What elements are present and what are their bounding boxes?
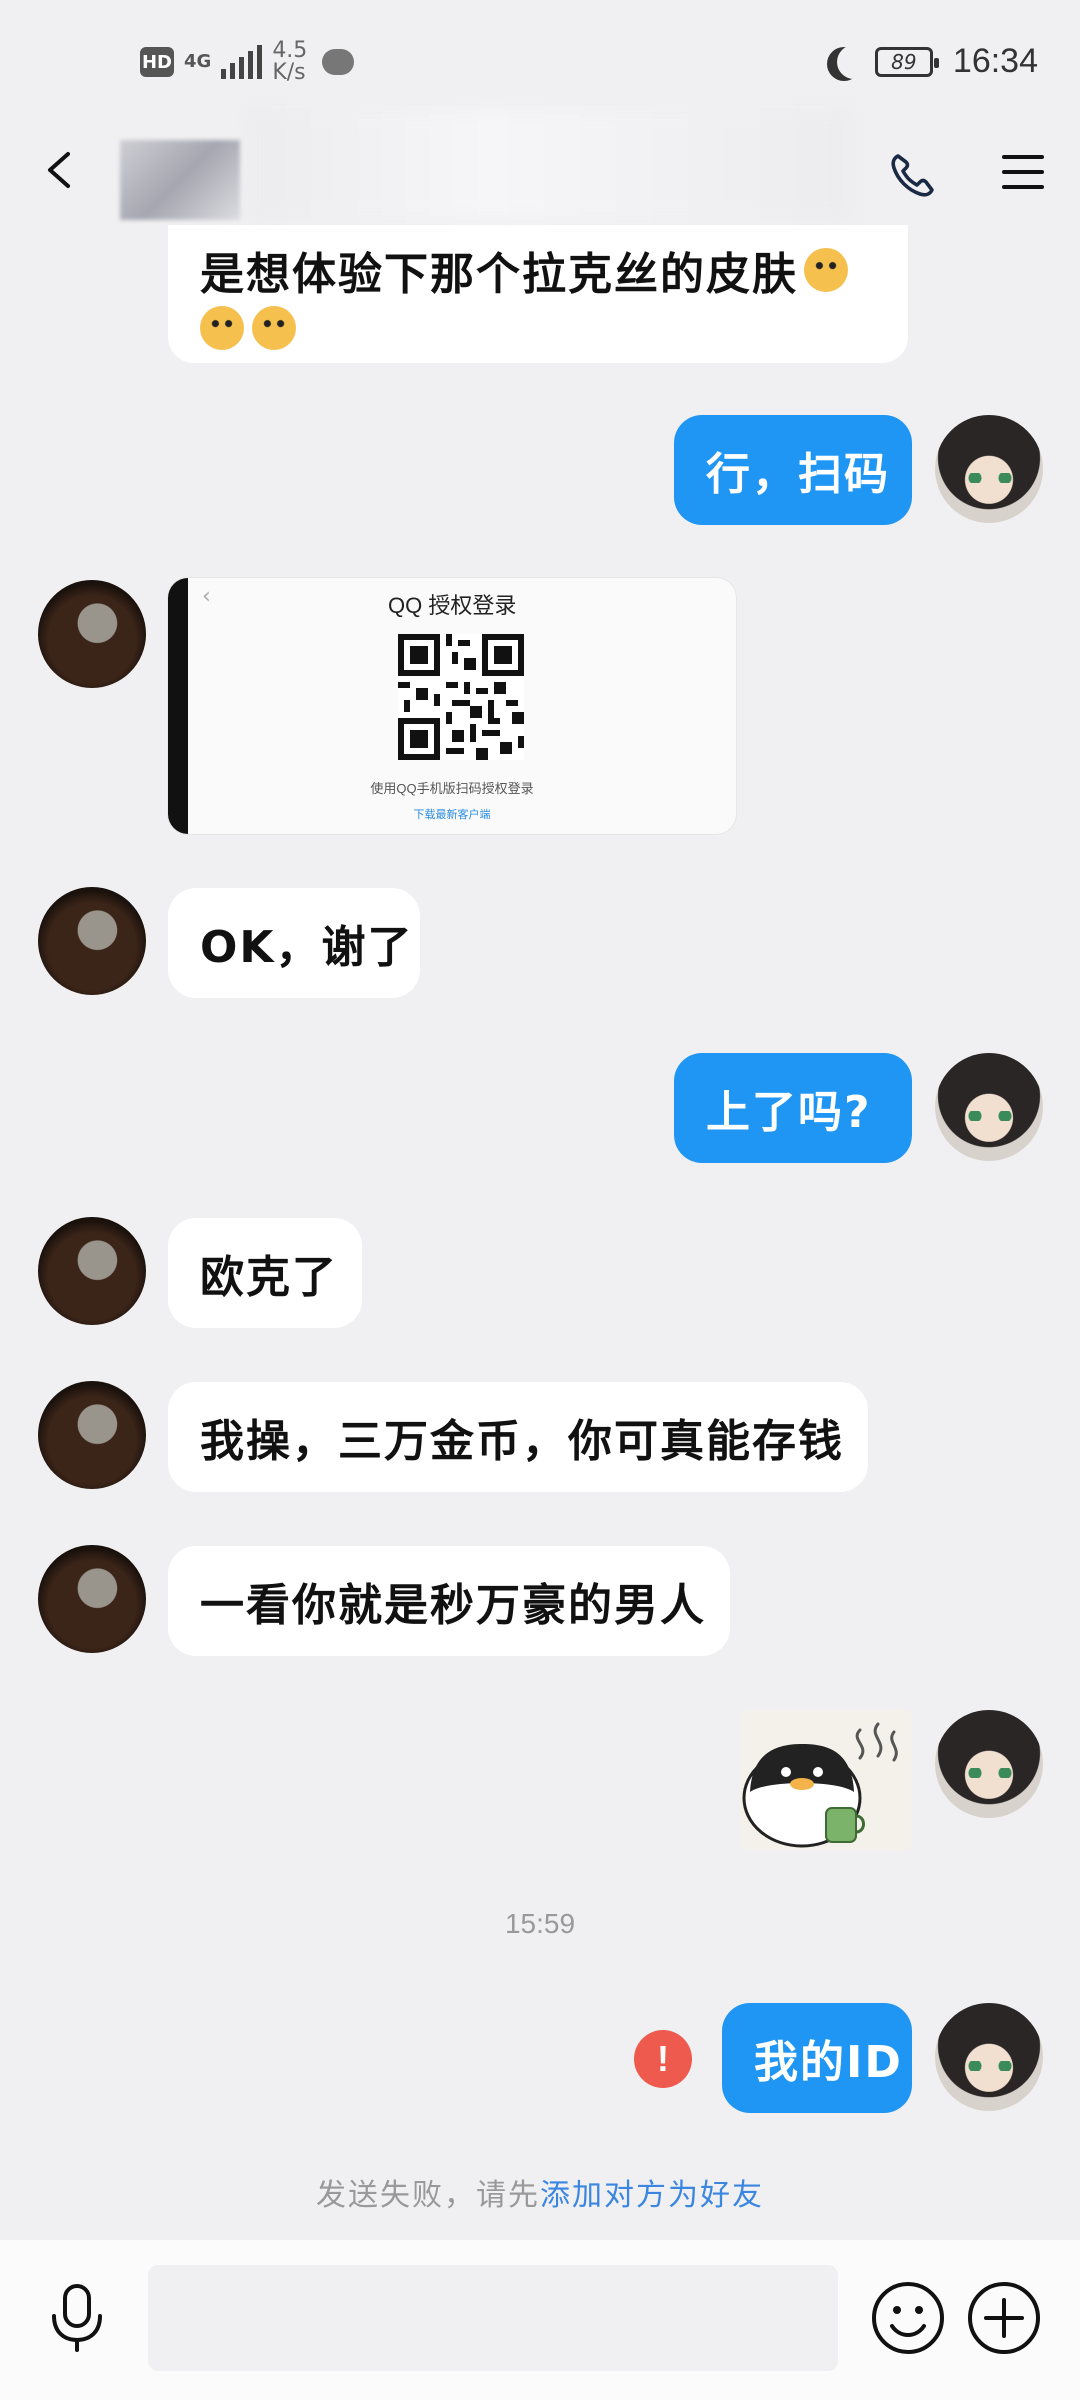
- penguin-sticker-art: [740, 1710, 912, 1850]
- plus-icon[interactable]: [966, 2280, 1042, 2356]
- signal-icon: [221, 45, 263, 79]
- message-bubble-incoming[interactable]: 我操，三万金币，你可真能存钱: [168, 1382, 868, 1492]
- contact-avatar[interactable]: [38, 1217, 146, 1325]
- qr-title: QQ 授权登录: [388, 593, 517, 618]
- message-bubble-outgoing[interactable]: 我的ID: [722, 2003, 912, 2113]
- message-bubble-outgoing[interactable]: 行，扫码: [674, 415, 912, 525]
- network-label: 4G: [184, 51, 212, 72]
- message-text: 一看你就是秒万豪的男人: [200, 1580, 706, 1631]
- my-avatar[interactable]: [935, 1710, 1043, 1818]
- contact-avatar[interactable]: [38, 1545, 146, 1653]
- message-text: 上了吗?: [706, 1087, 872, 1138]
- contact-avatar[interactable]: [38, 887, 146, 995]
- wechat-notification-icon: [322, 49, 355, 75]
- doge-emoji-icon: [200, 306, 244, 350]
- message-bubble-incoming[interactable]: 一看你就是秒万豪的男人: [168, 1546, 730, 1656]
- network-speed: 4.5 K/s: [272, 38, 308, 85]
- send-failed-text: 发送失败，请先: [316, 2178, 540, 2213]
- message-bubble-incoming[interactable]: 欧克了: [168, 1218, 362, 1328]
- contact-name-blurred: [250, 110, 850, 220]
- qr-code: [398, 634, 524, 760]
- chat-timestamp: 15:59: [504, 1908, 576, 1939]
- status-left: HD 4G 4.5 K/s: [140, 38, 355, 85]
- send-failed-notice: 发送失败，请先添加对方为好友: [0, 2170, 1080, 2214]
- qr-caption: 使用QQ手机版扫码授权登录: [370, 781, 534, 796]
- my-avatar[interactable]: [935, 415, 1043, 523]
- menu-icon[interactable]: [1000, 152, 1046, 192]
- message-text: 我操，三万金币，你可真能存钱: [200, 1416, 844, 1467]
- message-text: 行，扫码: [706, 449, 890, 500]
- message-input[interactable]: [148, 2265, 838, 2371]
- contact-avatar-blurred[interactable]: [120, 140, 240, 220]
- my-avatar[interactable]: [935, 2003, 1043, 2111]
- message-bubble-outgoing[interactable]: 上了吗?: [674, 1053, 912, 1163]
- contact-avatar[interactable]: [38, 1381, 146, 1489]
- message-bubble-incoming[interactable]: OK，谢了: [168, 888, 420, 998]
- error-icon[interactable]: !: [634, 2030, 692, 2088]
- back-icon[interactable]: [40, 150, 80, 190]
- message-text: 是想体验下那个拉克丝的皮肤: [200, 249, 798, 300]
- my-avatar[interactable]: [935, 1053, 1043, 1161]
- message-text: 欧克了: [200, 1252, 338, 1303]
- qr-image-message[interactable]: ‹ QQ 授权登录 使用QQ手机版扫码授权登录 下载最新客户端: [168, 578, 736, 834]
- add-friend-link[interactable]: 添加对方为好友: [540, 2178, 764, 2213]
- qr-back-icon: ‹: [202, 584, 211, 609]
- message-text: OK，谢了: [200, 922, 414, 973]
- message-text: 我的ID: [754, 2037, 903, 2088]
- status-right: 89 16:34: [827, 42, 1038, 81]
- status-time: 16:34: [952, 42, 1038, 80]
- doge-emoji-icon: [252, 306, 296, 350]
- do-not-disturb-icon: [837, 45, 871, 79]
- contact-avatar[interactable]: [38, 580, 146, 688]
- doge-emoji-icon: [804, 248, 848, 292]
- hd-badge: HD: [140, 47, 174, 77]
- mic-icon[interactable]: [44, 2282, 110, 2354]
- battery-icon: 89: [874, 46, 939, 77]
- penguin-sticker[interactable]: [740, 1710, 912, 1850]
- message-bubble-incoming[interactable]: 是想体验下那个拉克丝的皮肤: [168, 225, 908, 363]
- emoji-icon[interactable]: [870, 2280, 946, 2356]
- phone-icon[interactable]: [888, 150, 938, 200]
- qr-download-link: 下载最新客户端: [413, 809, 491, 821]
